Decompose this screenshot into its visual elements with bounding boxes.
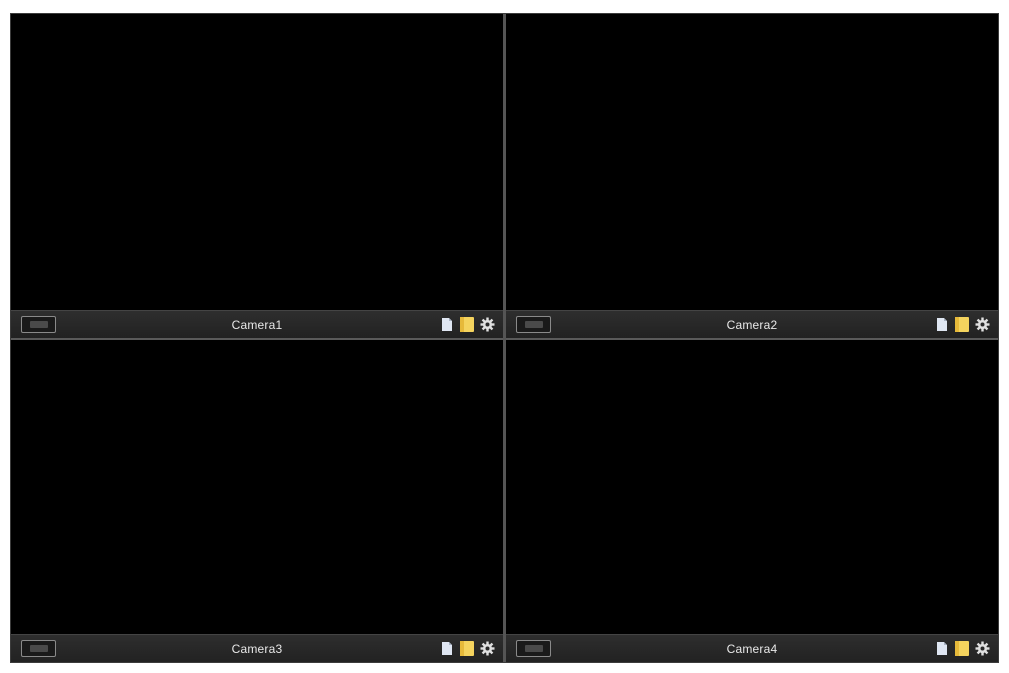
camera-label: Camera3 — [231, 641, 283, 656]
tile-tool-icons — [439, 316, 495, 333]
camera-label: Camera2 — [726, 317, 778, 332]
video-view[interactable] — [506, 340, 998, 634]
tile-toolbar: Camera3 — [11, 634, 503, 662]
gear-icon[interactable] — [974, 316, 990, 333]
gear-icon[interactable] — [479, 640, 495, 657]
record-button[interactable] — [516, 640, 551, 657]
camera-grid: Camera1 Camera2 Camera3 Camera4 — [10, 13, 999, 663]
gear-icon[interactable] — [479, 316, 495, 333]
camera-label: Camera4 — [726, 641, 778, 656]
snapshot-icon[interactable] — [934, 316, 950, 333]
camera-tile-3[interactable]: Camera3 — [11, 338, 503, 662]
record-button[interactable] — [516, 316, 551, 333]
record-icon — [524, 645, 543, 652]
camera-tile-4[interactable]: Camera4 — [506, 338, 998, 662]
folder-icon[interactable] — [954, 640, 970, 657]
folder-icon[interactable] — [954, 316, 970, 333]
record-button[interactable] — [21, 316, 56, 333]
tile-toolbar: Camera2 — [506, 310, 998, 338]
gear-icon[interactable] — [974, 640, 990, 657]
record-icon — [29, 645, 48, 652]
record-button[interactable] — [21, 640, 56, 657]
tile-tool-icons — [934, 316, 990, 333]
snapshot-icon[interactable] — [439, 640, 455, 657]
tile-tool-icons — [439, 640, 495, 657]
video-view[interactable] — [506, 14, 998, 310]
folder-icon[interactable] — [459, 316, 475, 333]
folder-icon[interactable] — [459, 640, 475, 657]
video-view[interactable] — [11, 340, 503, 634]
snapshot-icon[interactable] — [439, 316, 455, 333]
snapshot-icon[interactable] — [934, 640, 950, 657]
tile-toolbar: Camera4 — [506, 634, 998, 662]
camera-tile-2[interactable]: Camera2 — [506, 14, 998, 338]
camera-tile-1[interactable]: Camera1 — [11, 14, 503, 338]
video-view[interactable] — [11, 14, 503, 310]
tile-toolbar: Camera1 — [11, 310, 503, 338]
record-icon — [29, 321, 48, 328]
camera-label: Camera1 — [231, 317, 283, 332]
tile-tool-icons — [934, 640, 990, 657]
record-icon — [524, 321, 543, 328]
